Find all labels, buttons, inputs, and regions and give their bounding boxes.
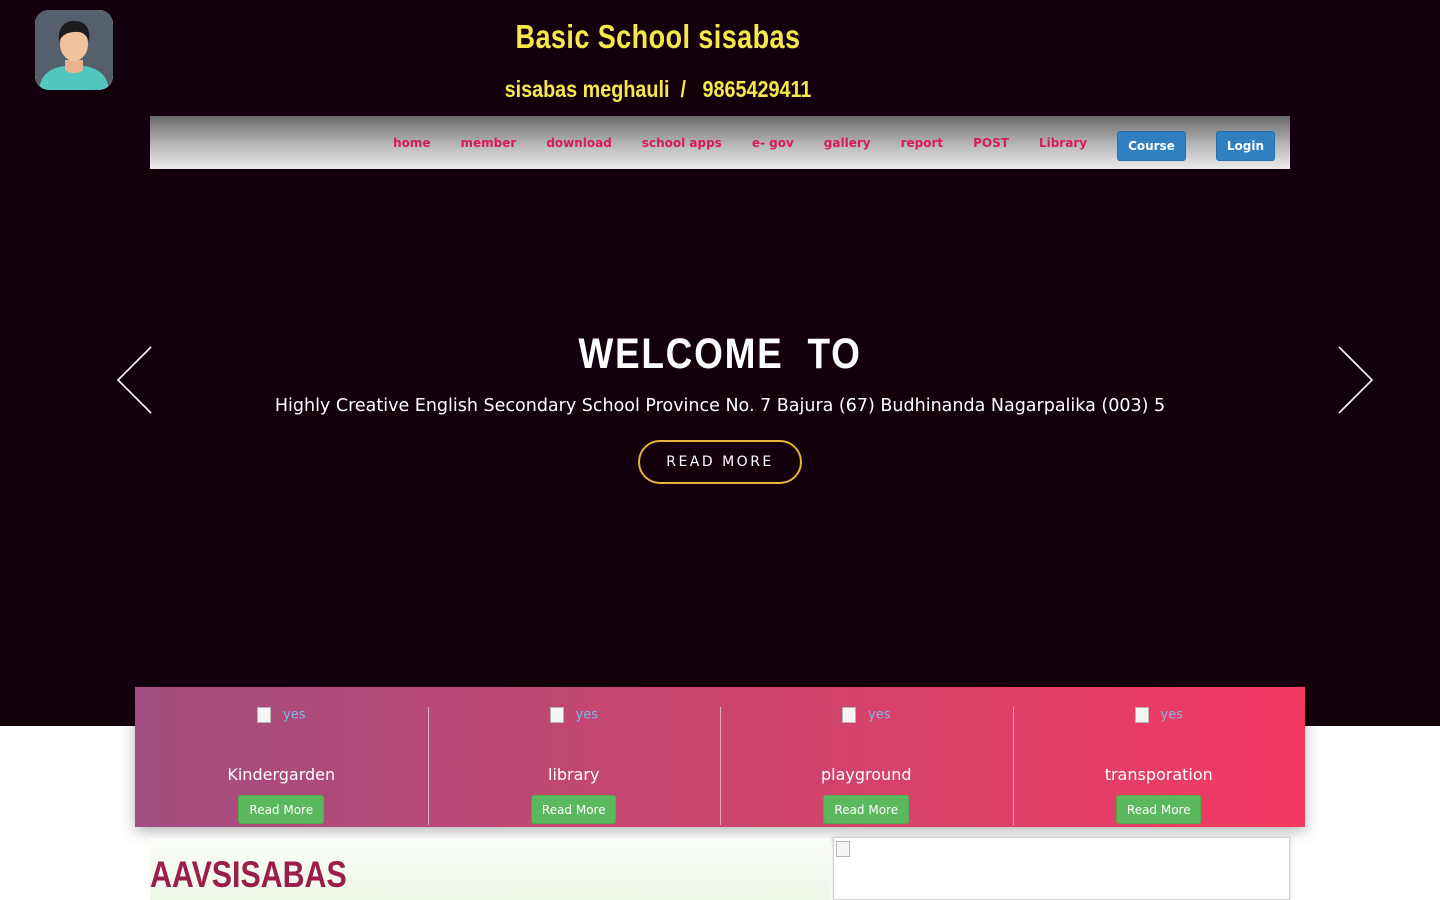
feature-read-more-button[interactable]: Read More: [823, 795, 910, 824]
feature-read-more-button[interactable]: Read More: [530, 795, 617, 824]
nav-link-library[interactable]: Library: [1039, 136, 1087, 150]
broken-image-icon: [836, 841, 850, 857]
nav-link-report[interactable]: report: [901, 136, 944, 150]
feature-title: library: [548, 765, 600, 784]
features-strip: yes Kindergarden Read More yes library R…: [135, 687, 1305, 827]
course-button[interactable]: Course: [1117, 130, 1186, 161]
about-title: AAVSISABAS: [150, 854, 347, 895]
feature-card-library: yes library Read More: [427, 687, 721, 827]
feature-card-transporation: yes transporation Read More: [1012, 687, 1306, 827]
login-button[interactable]: Login: [1215, 130, 1275, 161]
feature-title: playground: [821, 765, 912, 784]
feature-image: yes: [1013, 707, 1306, 723]
site-subtitle: sisabas meghauli / 9865429411: [504, 76, 812, 102]
nav-link-e-gov[interactable]: e- gov: [752, 136, 794, 150]
broken-image-icon: [842, 707, 857, 723]
feature-image: yes: [720, 707, 1013, 723]
feature-image: yes: [428, 707, 721, 723]
nav-link-home[interactable]: home: [393, 136, 430, 150]
feature-title: Kindergarden: [227, 765, 336, 784]
nav-menu: home member download school apps e- gov …: [393, 116, 1275, 169]
feature-card-playground: yes playground Read More: [720, 687, 1013, 827]
broken-image-icon: [1134, 707, 1149, 723]
feature-image: yes: [135, 707, 428, 723]
feature-card-kindergarden: yes Kindergarden Read More: [135, 687, 428, 827]
feature-read-more-button[interactable]: Read More: [238, 795, 325, 824]
nav-link-member[interactable]: member: [461, 136, 517, 150]
nav-link-gallery[interactable]: gallery: [824, 136, 871, 150]
broken-image-icon: [549, 707, 564, 723]
navbar: home member download school apps e- gov …: [150, 116, 1290, 169]
nav-link-post[interactable]: POST: [973, 136, 1009, 150]
hero-read-more-button[interactable]: READ MORE: [638, 440, 802, 484]
site-title: Basic School sisabas: [515, 18, 801, 55]
hero-description: Highly Creative English Secondary School…: [274, 396, 1166, 416]
nav-link-download[interactable]: download: [546, 136, 612, 150]
feature-title: transporation: [1104, 765, 1213, 784]
feature-read-more-button[interactable]: Read More: [1115, 795, 1202, 824]
about-image: [833, 837, 1290, 900]
hero-heading: WELCOME TO: [578, 330, 862, 378]
nav-link-school-apps[interactable]: school apps: [642, 136, 722, 150]
broken-image-icon: [257, 707, 272, 723]
